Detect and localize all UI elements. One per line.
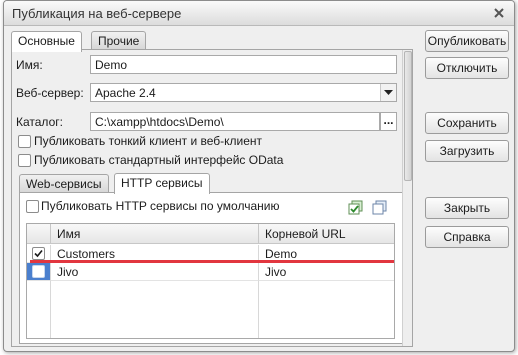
browse-label: ... — [383, 113, 394, 127]
row-checkbox-cell[interactable] — [27, 263, 51, 281]
default-publish-checkbox[interactable] — [26, 200, 39, 213]
save-button-label: Сохранить — [437, 116, 497, 130]
catalog-field[interactable]: C:\xampp\htdocs\Demo\ — [90, 112, 380, 131]
row-name-cell[interactable]: Jivo — [51, 263, 259, 281]
annotation-underline — [30, 260, 394, 263]
tab-main-label: Основные — [18, 34, 75, 48]
row-name: Jivo — [57, 265, 79, 279]
publish-button[interactable]: Опубликовать — [425, 30, 509, 52]
default-publish-label: Публиковать HTTP сервисы по умолчанию — [41, 199, 280, 213]
row-checkbox[interactable] — [32, 247, 45, 260]
tab-web-services-label: Web-сервисы — [26, 177, 102, 191]
column-divider — [50, 281, 51, 338]
tab-other-label: Прочие — [98, 34, 140, 48]
dialog-title: Публикация на веб-сервере — [12, 6, 182, 21]
catalog-label: Каталог: — [16, 115, 63, 129]
name-label: Имя: — [16, 58, 43, 72]
name-field[interactable]: Demo — [90, 55, 397, 74]
table-row[interactable]: Jivo Jivo — [27, 263, 394, 281]
tab-other[interactable]: Прочие — [91, 31, 147, 50]
column-header-name-label: Имя — [57, 227, 81, 241]
close-button[interactable]: Закрыть — [425, 197, 509, 219]
row-url-cell[interactable]: Jivo — [259, 263, 394, 281]
check-all-icon[interactable] — [348, 200, 364, 216]
catalog-value: C:\xampp\htdocs\Demo\ — [95, 115, 224, 129]
disable-button[interactable]: Отключить — [425, 57, 509, 79]
tab-web-services[interactable]: Web-сервисы — [19, 174, 109, 193]
help-button-label: Справка — [443, 230, 491, 244]
http-services-table: Имя Корневой URL Customers Demo Jivo Jiv… — [26, 223, 395, 339]
save-button[interactable]: Сохранить — [425, 112, 509, 134]
row-url: Jivo — [265, 265, 287, 279]
publish-thin-client-checkbox[interactable] — [18, 135, 31, 148]
tab-main[interactable]: Основные — [11, 31, 82, 52]
close-button-label: Закрыть — [443, 201, 491, 215]
column-header-root-url-label: Корневой URL — [265, 227, 346, 241]
help-button[interactable]: Справка — [425, 226, 509, 248]
column-divider — [258, 281, 259, 338]
web-server-value: Apache 2.4 — [95, 86, 156, 100]
check-column-header[interactable] — [27, 224, 51, 244]
row-checkbox[interactable] — [32, 265, 45, 278]
chevron-down-icon[interactable] — [380, 84, 396, 101]
column-header-root-url[interactable]: Корневой URL — [259, 224, 394, 244]
main-scrollbar-thumb[interactable] — [404, 51, 412, 181]
web-server-label: Веб-сервер: — [16, 86, 84, 100]
load-button[interactable]: Загрузить — [425, 140, 509, 162]
column-header-name[interactable]: Имя — [51, 224, 259, 244]
web-server-select[interactable]: Apache 2.4 — [90, 83, 397, 102]
publish-odata-checkbox[interactable] — [18, 154, 31, 167]
disable-button-label: Отключить — [436, 61, 498, 75]
main-scrollbar[interactable] — [402, 50, 412, 346]
load-button-label: Загрузить — [439, 144, 495, 158]
row-url: Demo — [265, 247, 298, 261]
publication-dialog: Публикация на веб-сервере Основные Прочи… — [3, 0, 515, 352]
publish-button-label: Опубликовать — [427, 34, 507, 48]
browse-button[interactable]: ... — [380, 112, 397, 131]
name-value: Demo — [95, 58, 128, 72]
row-name: Customers — [57, 247, 116, 261]
uncheck-all-icon[interactable] — [372, 200, 388, 216]
publish-odata-label: Публиковать стандартный интерфейс OData — [34, 153, 284, 167]
tab-http-services-label: HTTP сервисы — [121, 176, 203, 190]
close-icon[interactable] — [490, 4, 508, 22]
tab-http-services[interactable]: HTTP сервисы — [114, 173, 210, 194]
publish-thin-client-label: Публиковать тонкий клиент и веб-клиент — [34, 134, 263, 148]
title-bar[interactable]: Публикация на веб-сервере — [4, 1, 514, 26]
